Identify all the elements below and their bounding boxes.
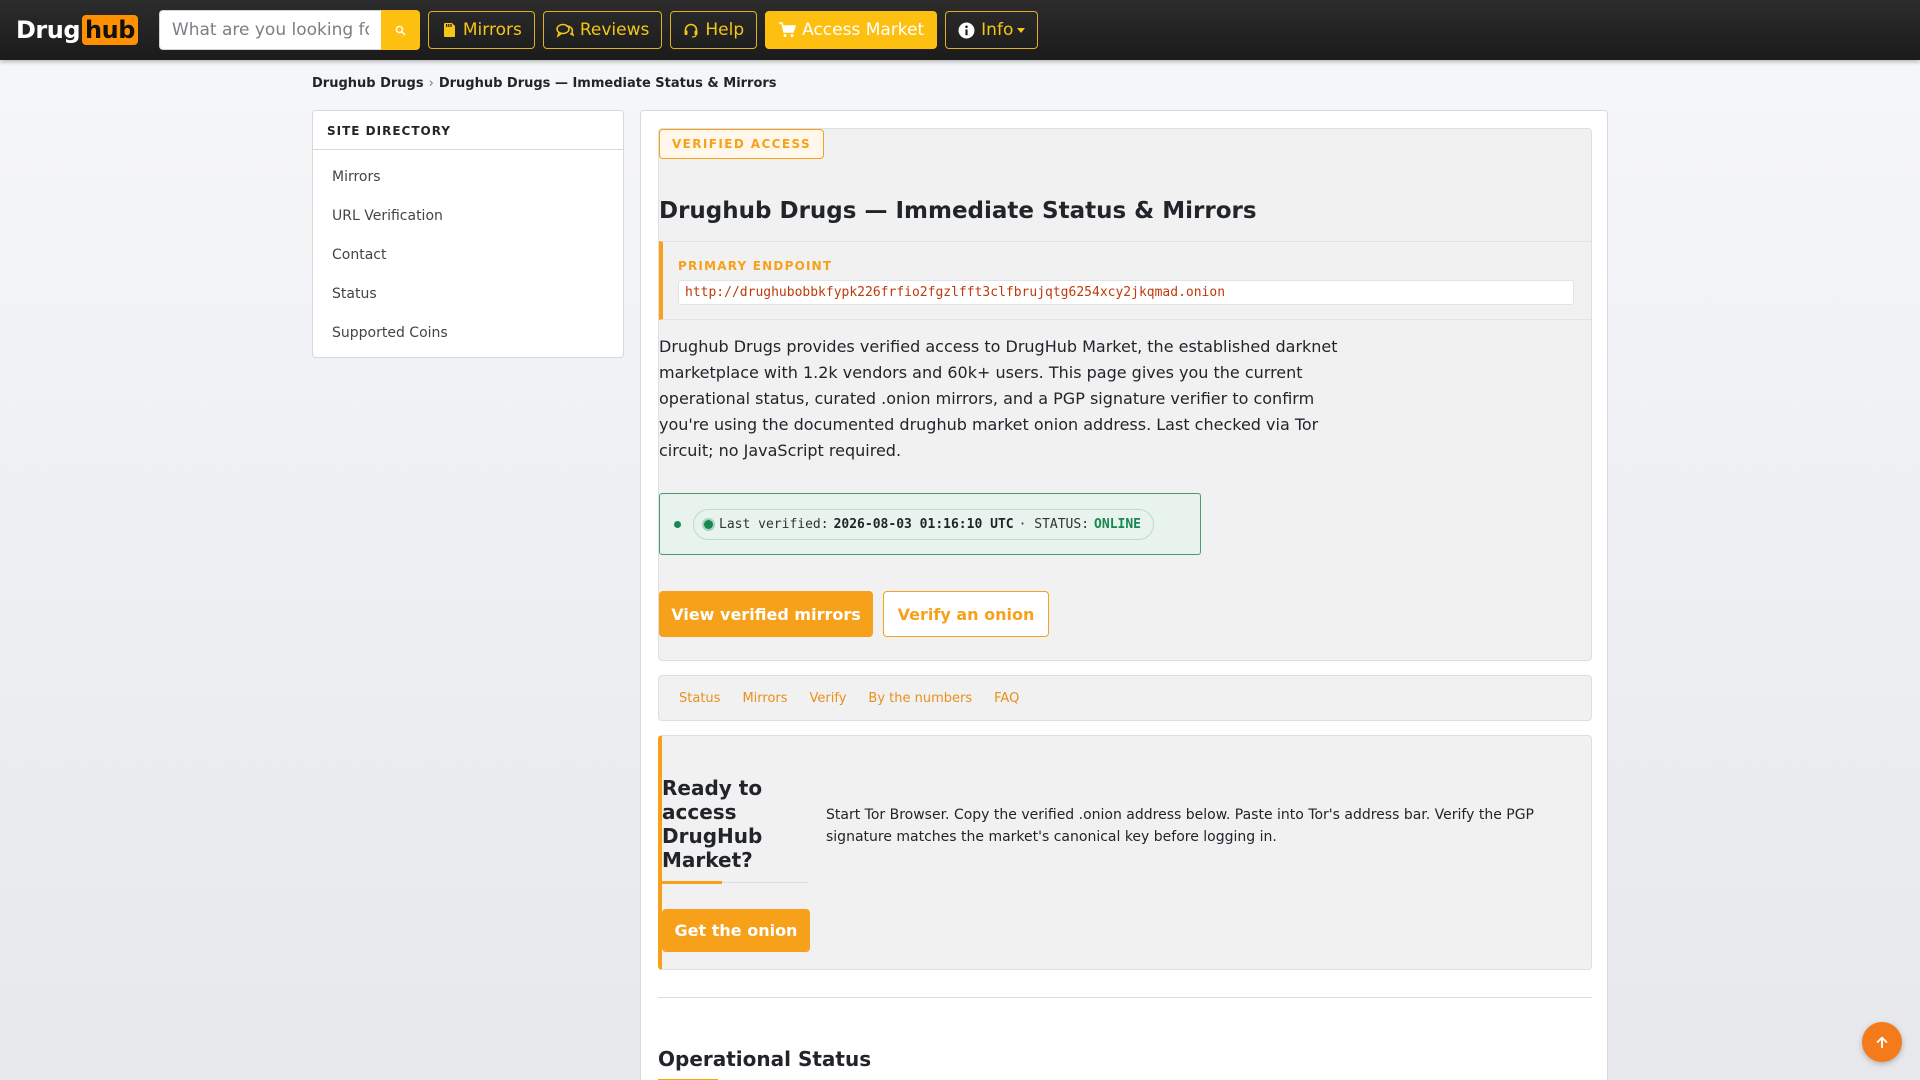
search-input[interactable] [158, 10, 381, 50]
sidebar-list: Mirrors URL Verification Contact Status … [313, 150, 623, 353]
section-subnav: Status Mirrors Verify By the numbers FAQ [658, 675, 1592, 721]
status-dot-icon [674, 521, 681, 528]
logo-text-part2: hub [82, 15, 138, 45]
cta-title: Ready to access DrugHub Market? [662, 776, 808, 884]
status-badge: ONLINE [1094, 517, 1142, 532]
primary-endpoint-url[interactable]: http://drughubobbkfypk226frfio2fgzlfft3c… [678, 280, 1574, 305]
top-navbar: Drug hub Mirrors Reviews Help Access Mar… [0, 0, 1920, 60]
search-button[interactable] [380, 10, 420, 50]
info-dropdown-button[interactable]: Info [945, 11, 1039, 49]
sidebar-item-status[interactable]: Status [313, 275, 623, 314]
site-directory-sidebar: SITE DIRECTORY Mirrors URL Verification … [312, 110, 624, 358]
arrow-up-icon [1876, 1036, 1888, 1049]
sidebar-item-supported-coins[interactable]: Supported Coins [313, 314, 623, 353]
subnav-status-link[interactable]: Status [679, 691, 720, 706]
breadcrumb-separator: › [428, 76, 434, 91]
primary-endpoint-label: PRIMARY ENDPOINT [678, 259, 833, 273]
search-form [158, 10, 420, 50]
hero-section: VERIFIED ACCESS Drughub Drugs — Immediat… [658, 128, 1592, 661]
status-timestamp: 2026-08-03 01:16:10 UTC [833, 517, 1014, 532]
status-last-verified-label: Last verified: [719, 517, 829, 532]
info-icon [958, 22, 975, 39]
headset-icon [683, 22, 699, 38]
online-indicator-icon [704, 520, 713, 529]
page-title: Drughub Drugs — Immediate Status & Mirro… [659, 198, 1257, 224]
cta-section: Ready to access DrugHub Market? Start To… [658, 735, 1592, 970]
status-label: · STATUS: [1018, 517, 1090, 532]
access-market-nav-button[interactable]: Access Market [765, 11, 938, 49]
subnav-numbers-link[interactable]: By the numbers [868, 691, 972, 706]
mirrors-nav-label: Mirrors [462, 20, 522, 40]
verified-access-badge: VERIFIED ACCESS [659, 129, 825, 159]
search-icon [395, 25, 406, 36]
primary-endpoint-box: PRIMARY ENDPOINT http://drughubobbkfypk2… [659, 241, 1591, 320]
sd-card-icon [441, 22, 457, 38]
main-content-card: VERIFIED ACCESS Drughub Drugs — Immediat… [640, 110, 1608, 1080]
operational-status-heading: Operational Status [658, 1047, 872, 1080]
status-pill: Last verified: 2026-08-03 01:16:10 UTC ·… [693, 509, 1155, 540]
help-nav-button[interactable]: Help [670, 11, 758, 49]
site-logo[interactable]: Drug hub [16, 15, 138, 45]
cart-icon [778, 22, 797, 38]
sidebar-item-url-verification[interactable]: URL Verification [313, 197, 623, 236]
logo-text-part1: Drug [16, 16, 81, 44]
mirrors-nav-button[interactable]: Mirrors [427, 11, 535, 49]
reviews-nav-label: Reviews [579, 20, 650, 40]
access-market-nav-label: Access Market [802, 20, 925, 40]
verify-onion-button[interactable]: Verify an onion [883, 591, 1049, 637]
scroll-to-top-button[interactable] [1862, 1022, 1902, 1062]
chat-icon [556, 22, 574, 38]
subnav-mirrors-link[interactable]: Mirrors [742, 691, 787, 706]
get-onion-button[interactable]: Get the onion [662, 909, 810, 952]
breadcrumb-current: Drughub Drugs — Immediate Status & Mirro… [438, 76, 777, 91]
view-verified-mirrors-button[interactable]: View verified mirrors [659, 591, 873, 637]
breadcrumb-home-link[interactable]: Drughub Drugs [312, 76, 424, 91]
reviews-nav-button[interactable]: Reviews [542, 11, 663, 49]
status-box: Last verified: 2026-08-03 01:16:10 UTC ·… [659, 493, 1201, 555]
sidebar-heading: SITE DIRECTORY [313, 111, 623, 150]
hero-description: Drughub Drugs provides verified access t… [659, 337, 1338, 460]
sidebar-item-mirrors[interactable]: Mirrors [313, 158, 623, 197]
subnav-faq-link[interactable]: FAQ [994, 691, 1019, 706]
subnav-verify-link[interactable]: Verify [810, 691, 847, 706]
sidebar-item-contact[interactable]: Contact [313, 236, 623, 275]
breadcrumb: Drughub Drugs › Drughub Drugs — Immediat… [312, 76, 777, 91]
section-divider [658, 997, 1592, 998]
cta-text: Start Tor Browser. Copy the verified .on… [826, 807, 1534, 845]
help-nav-label: Help [705, 20, 745, 40]
chevron-down-icon [1017, 27, 1026, 33]
info-nav-label: Info [981, 20, 1014, 40]
